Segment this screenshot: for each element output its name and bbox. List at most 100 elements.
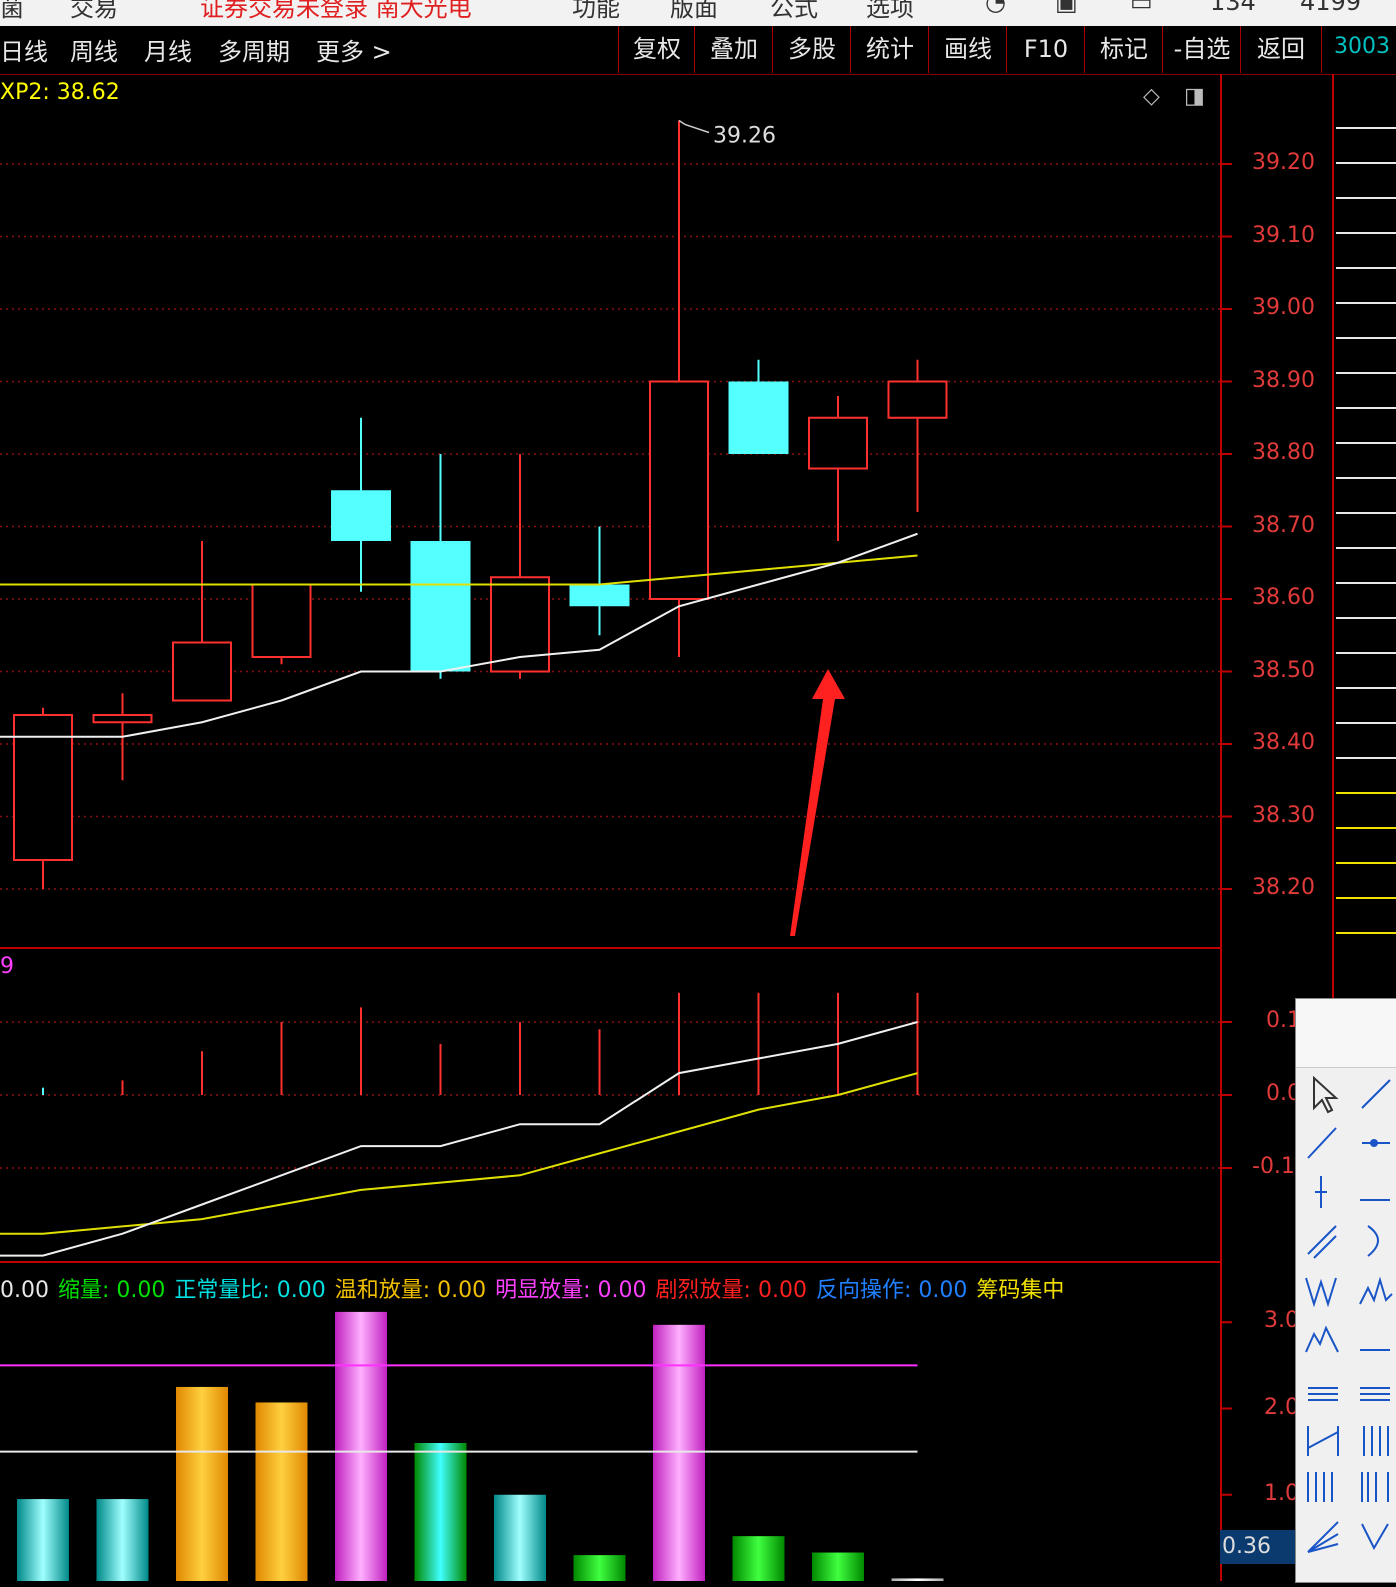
candle-body: [251, 583, 312, 658]
legend-item: 筹码集中: [976, 1278, 1065, 1303]
candle-body: [92, 714, 153, 724]
chart-toolbar: 日线 周线 月线 多周期 更多 > 复权 叠加 多股 统计 画线 F10 标记 …: [0, 26, 1396, 75]
legend-item: 明显放量: 0.00: [495, 1278, 654, 1303]
tab-multi-period[interactable]: 多周期: [218, 32, 290, 67]
zigzag-icon[interactable]: [1359, 1276, 1393, 1305]
price-tick-label: 38.20: [1252, 875, 1315, 900]
candle-body: [172, 641, 232, 702]
text-lines-icon[interactable]: [1360, 1387, 1390, 1401]
phone-icon[interactable]: ▣: [1055, 0, 1078, 16]
price-tick-label: 38.90: [1252, 367, 1315, 393]
price-tick-label: 39.10: [1252, 222, 1315, 248]
watchlist-button[interactable]: -自选: [1162, 26, 1241, 73]
indicator-white-line: [0, 1021, 918, 1257]
counter-a: 134: [1210, 0, 1256, 16]
indicator-tick-label: -0.1: [1252, 1154, 1295, 1179]
candle-body: [808, 416, 868, 470]
candle-body: [410, 541, 471, 672]
legend-item: 剧烈放量: 0.00: [655, 1278, 814, 1303]
volume-bar: [812, 1552, 864, 1581]
pointer-icon[interactable]: [1313, 1075, 1339, 1114]
legend-item: 温和放量: 0.00: [334, 1278, 494, 1303]
menu-options[interactable]: 选项: [866, 0, 914, 23]
volume-tick-label: 3.0: [1264, 1308, 1299, 1334]
top-menu-bar: 菌 交易 证券交易未登录 南大光电 功能 版面 公式 选项 ◔ ▣ ▭ 134 …: [0, 0, 1396, 26]
kline-chart[interactable]: 39.26: [0, 74, 1396, 1581]
arc-icon[interactable]: [1367, 1225, 1379, 1257]
tab-monthly[interactable]: 月线: [144, 32, 192, 67]
back-button[interactable]: 返回: [1240, 26, 1322, 73]
candle-body: [887, 380, 948, 419]
mark-button[interactable]: 标记: [1084, 26, 1163, 73]
grid-bars-icon[interactable]: [1307, 1472, 1333, 1502]
mid-indicator-label: 9: [0, 954, 14, 979]
peak-label: 39.26: [713, 124, 776, 149]
candle-body: [331, 490, 391, 541]
volume-legend: 0.00 缩量: 0.00 正常量比: 0.00 温和放量: 0.00 明显放量…: [0, 1272, 1066, 1304]
menu-item[interactable]: 菌: [0, 0, 24, 23]
price-tick-label: 39.00: [1252, 295, 1315, 320]
adjust-button[interactable]: 复权: [618, 26, 695, 73]
indicator-value-label: XP2: 38.62: [0, 80, 120, 105]
panel-toggle-icon[interactable]: ◨: [1184, 84, 1205, 109]
down-arrow-icon[interactable]: [1361, 1523, 1389, 1551]
diamond-icon[interactable]: ◇: [1143, 84, 1160, 109]
candle-body: [569, 584, 630, 607]
volume-bar: [96, 1499, 149, 1581]
price-tick-label: 38.60: [1252, 585, 1315, 610]
wave-icon[interactable]: [1305, 1277, 1337, 1308]
fibonacci-bars-icon[interactable]: [1361, 1472, 1389, 1502]
price-tick-label: 38.50: [1252, 657, 1315, 683]
legend-item: 反向操作: 0.00: [815, 1278, 975, 1303]
overlay-button[interactable]: 叠加: [694, 26, 773, 73]
f10-button[interactable]: F10: [1006, 26, 1085, 73]
login-status: 证券交易未登录 南大光电: [200, 0, 472, 22]
legend-item: 正常量比: 0.00: [174, 1278, 333, 1303]
candle-body: [728, 381, 789, 454]
horizontal-ray-icon[interactable]: [1362, 1139, 1390, 1147]
drawing-tools-panel: [1295, 998, 1396, 1583]
volume-bar: [653, 1324, 705, 1581]
parallel-lines-icon[interactable]: [1307, 1225, 1337, 1259]
tab-weekly[interactable]: 周线: [70, 32, 118, 67]
indicator-yellow-line: [0, 1072, 918, 1235]
counter-b: 4199: [1300, 0, 1362, 16]
volume-bar: [255, 1402, 308, 1581]
volume-tick-label: 2.0: [1264, 1394, 1299, 1420]
message-icon[interactable]: ▭: [1130, 0, 1153, 16]
volume-bar: [176, 1386, 228, 1581]
price-tick-label: 38.40: [1252, 730, 1315, 755]
fan-lines-icon[interactable]: [1307, 1521, 1339, 1553]
tab-more[interactable]: 更多 >: [316, 32, 392, 67]
period-line-icon[interactable]: [1307, 1426, 1339, 1456]
percent-lines-icon[interactable]: [1308, 1387, 1338, 1401]
stock-code: 3003: [1334, 34, 1390, 59]
menu-layout[interactable]: 版面: [670, 0, 718, 23]
legend-item: 0.00: [0, 1278, 56, 1303]
tab-daily[interactable]: 日线: [0, 32, 48, 67]
price-tick-label: 38.70: [1252, 512, 1315, 538]
volume-bar: [335, 1311, 387, 1581]
refresh-icon[interactable]: ◔: [985, 0, 1006, 16]
menu-formula[interactable]: 公式: [770, 0, 818, 23]
price-tick-label: 39.20: [1252, 150, 1315, 175]
volume-tick-label: 1.0: [1264, 1480, 1299, 1506]
annotation-arrow: [790, 669, 845, 936]
statistics-button[interactable]: 统计: [850, 26, 929, 73]
mountain-icon[interactable]: [1305, 1325, 1339, 1353]
volume-bar: [732, 1536, 785, 1581]
line-segment-icon[interactable]: [1361, 1079, 1391, 1109]
draw-line-button[interactable]: 画线: [928, 26, 1007, 73]
panel-header: [1296, 999, 1396, 1068]
menu-trade[interactable]: 交易: [70, 0, 118, 23]
menu-function[interactable]: 功能: [572, 0, 620, 23]
volume-bar: [573, 1555, 626, 1581]
peak-pointer: [678, 119, 710, 134]
legend-item: 缩量: 0.00: [57, 1278, 173, 1303]
price-tick-label: 38.80: [1252, 440, 1315, 465]
volume-bar: [17, 1499, 69, 1581]
vertical-line-icon[interactable]: [1315, 1176, 1327, 1208]
ray-icon[interactable]: [1307, 1127, 1337, 1159]
vertical-bars-icon[interactable]: [1363, 1426, 1389, 1456]
multi-stock-button[interactable]: 多股: [772, 26, 851, 73]
